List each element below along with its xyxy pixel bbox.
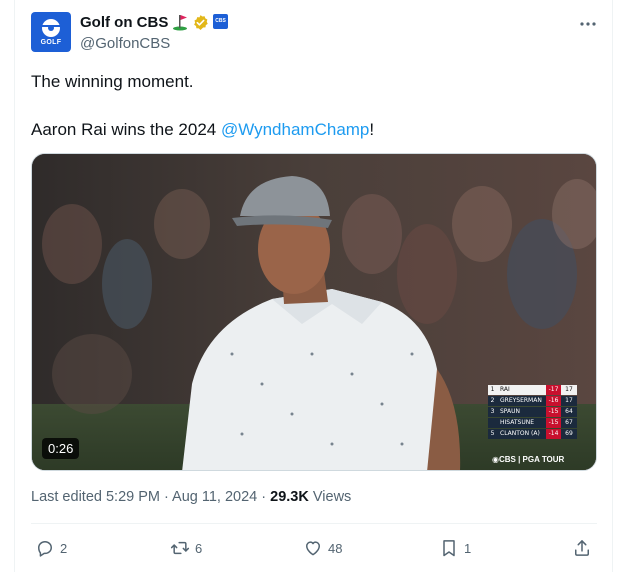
cbs-eye-icon <box>42 19 60 37</box>
bookmark-icon <box>443 540 455 557</box>
leaderboard-row: 3 SPAUN -15 64 <box>488 407 596 417</box>
tweet-text-suffix: ! <box>369 120 375 139</box>
bookmark-count: 1 <box>464 540 472 556</box>
leaderboard-row: 2 GREYSERMAN -16 17 <box>488 396 596 406</box>
heart-icon <box>306 541 320 556</box>
leaderboard-row: 5 CLANTON (A) -14 69 <box>488 429 596 439</box>
leaderboard-row: 1 RAI -17 17 <box>488 385 596 395</box>
like-button[interactable]: 48 <box>303 537 342 559</box>
reply-count: 2 <box>60 540 68 556</box>
avatar-label: GOLF <box>40 39 62 46</box>
avatar[interactable]: GOLF <box>31 12 71 52</box>
handle[interactable]: @GolfonCBS <box>80 35 170 52</box>
bookmark-button[interactable]: 1 <box>439 537 471 559</box>
share-icon <box>575 540 589 556</box>
golf-flag-icon <box>173 15 187 31</box>
views-label: Views <box>308 489 352 505</box>
like-count: 48 <box>328 540 343 556</box>
mention-link[interactable]: @WyndhamChamp <box>221 120 369 139</box>
timeline-border-right <box>612 0 613 572</box>
reply-icon <box>38 541 52 557</box>
divider <box>31 523 597 524</box>
leaderboard-overlay: 1 RAI -17 17 2 GREYSERMAN -16 17 3 SPAUN… <box>488 385 596 440</box>
verified-badge-icon[interactable] <box>192 14 209 31</box>
video-player[interactable]: 1 RAI -17 17 2 GREYSERMAN -16 17 3 SPAUN… <box>31 153 597 471</box>
tweet-text-line-2: Aaron Rai wins the 2024 @WyndhamChamp! <box>31 120 374 140</box>
repost-count: 6 <box>195 540 203 556</box>
timeline-border-left <box>14 0 15 572</box>
display-name[interactable]: Golf on CBS <box>80 14 168 31</box>
affiliate-badge-icon[interactable]: CBS <box>213 14 228 29</box>
tweet-text-line-1: The winning moment. <box>31 72 194 91</box>
tweet-meta: Last edited 5:29 PM · Aug 11, 2024 · 29.… <box>31 489 351 505</box>
views-count: 29.3K <box>270 489 309 505</box>
leaderboard-row: HISATSUNE -15 67 <box>488 418 596 428</box>
edited-timestamp[interactable]: Last edited 5:29 PM · Aug 11, 2024 · <box>31 489 270 505</box>
repost-icon <box>170 541 190 555</box>
share-button[interactable] <box>572 537 592 559</box>
video-duration-badge: 0:26 <box>42 438 80 459</box>
reply-button[interactable]: 2 <box>35 537 67 559</box>
broadcast-logo: ◉CBS | PGA TOUR <box>492 455 565 464</box>
tweet-text-prefix: Aaron Rai wins the 2024 <box>31 120 221 139</box>
repost-button[interactable]: 6 <box>170 537 202 559</box>
more-options-icon[interactable] <box>578 14 598 34</box>
